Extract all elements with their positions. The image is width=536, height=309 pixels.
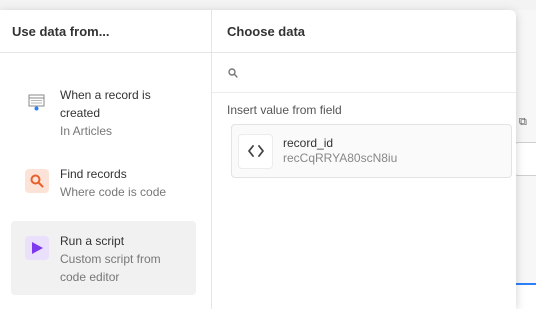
step-item-record-created[interactable]: When a record is created In Articles xyxy=(11,78,196,150)
background-expand-icon[interactable]: ⧉ xyxy=(519,116,531,128)
use-data-from-pane: Use data from... When a record is create… xyxy=(0,10,212,309)
step-title: When a record is created xyxy=(60,88,151,120)
use-data-from-header: Use data from... xyxy=(0,10,211,53)
field-option-record-id[interactable]: record_id recCqRRYA80scN8iu xyxy=(231,124,512,178)
field-value: recCqRRYA80scN8iu xyxy=(283,151,398,165)
background-input-field[interactable] xyxy=(514,142,536,176)
search-icon xyxy=(228,67,238,78)
step-item-run-script[interactable]: Run a script Custom script from code edi… xyxy=(11,221,196,295)
code-brackets-icon xyxy=(238,133,273,169)
play-script-icon xyxy=(25,236,49,260)
step-subtitle: Where code is code xyxy=(60,185,167,199)
step-item-find-records[interactable]: Find records Where code is code xyxy=(11,157,196,211)
step-title: Find records xyxy=(60,167,127,181)
step-title: Run a script xyxy=(60,234,125,248)
field-name: record_id xyxy=(283,136,334,150)
background-top-bar xyxy=(0,0,536,10)
insert-value-label: Insert value from field xyxy=(227,103,342,117)
find-records-icon xyxy=(25,169,49,193)
step-subtitle: In Articles xyxy=(60,124,113,138)
search-row xyxy=(212,53,516,93)
choose-data-pane: Choose data Insert value from field reco… xyxy=(212,10,516,309)
choose-data-header: Choose data xyxy=(212,10,516,53)
search-input[interactable] xyxy=(246,65,496,80)
table-record-icon xyxy=(25,90,49,114)
step-list: When a record is created In Articles Fin… xyxy=(0,53,211,295)
data-picker-popover: Use data from... When a record is create… xyxy=(0,10,516,309)
step-subtitle: Custom script from code editor xyxy=(60,252,161,284)
